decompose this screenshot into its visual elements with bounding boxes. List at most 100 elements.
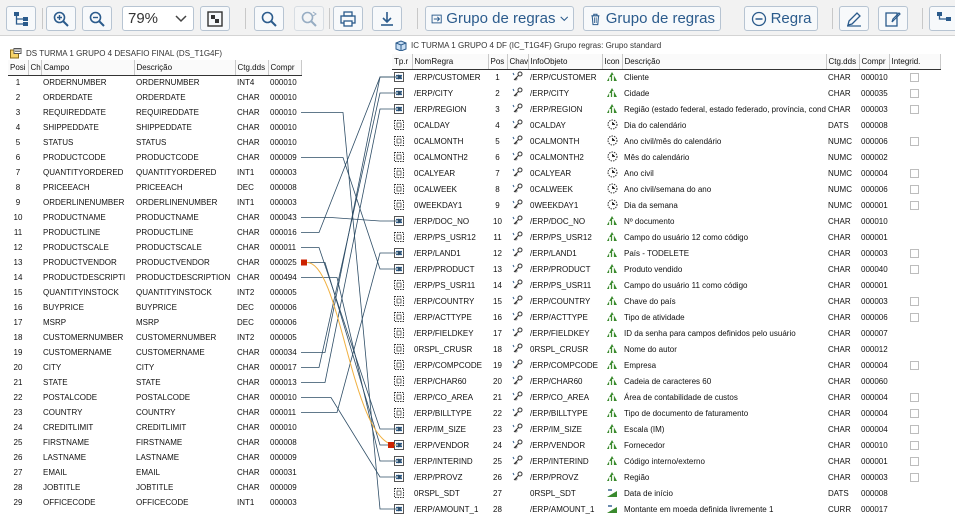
table-row[interactable]: 9 ORDERLINENUMBER ORDERLINENUMBER INT1 00000…	[8, 195, 301, 210]
rule-type-cell[interactable]	[392, 133, 412, 149]
rule-type-cell[interactable]	[392, 117, 412, 133]
rule-type-cell[interactable]	[392, 165, 412, 181]
rule-type-cell[interactable]	[392, 229, 412, 245]
table-row[interactable]: 20 CITY CITY CHAR 000017	[8, 360, 301, 375]
rule-type-cell[interactable]	[392, 261, 412, 277]
table-row[interactable]: 0CALWEEK 8 0CALWEEK Ano civil/semana do ano…	[392, 181, 940, 197]
integrity-checkbox[interactable]	[910, 88, 919, 98]
rule-type-cell[interactable]	[392, 277, 412, 293]
rule-type-cell[interactable]	[392, 181, 412, 197]
download-button[interactable]	[372, 6, 402, 31]
zoom-out-button[interactable]	[82, 6, 112, 31]
col-header-key[interactable]: Ch	[28, 60, 42, 76]
table-row[interactable]: /ERP/PS_USR11 14/ERP/PS_USR11 Campo do usu…	[392, 277, 940, 293]
integrity-checkbox[interactable]	[910, 136, 919, 146]
mapping-line[interactable]	[301, 277, 402, 462]
integrity-checkbox[interactable]	[910, 424, 919, 434]
rule-type-cell[interactable]	[392, 341, 412, 357]
table-row[interactable]: /ERP/CO_AREA 21/ERP/CO_AREA Área de contab…	[392, 389, 940, 405]
table-row[interactable]: 0CALMONTH2 6 0CALMONTH2 Mês do calendário NU…	[392, 149, 940, 165]
integrity-checkbox[interactable]	[910, 264, 919, 274]
rule-type-cell[interactable]	[392, 245, 412, 261]
table-row[interactable]: /ERP/IM_SIZE 23/ERP/IM_SIZE Escala (IM) CHA…	[392, 421, 940, 437]
rule-type-cell[interactable]	[392, 197, 412, 213]
table-row[interactable]: 17 MSRP MSRP DEC 000006	[8, 315, 301, 330]
table-row[interactable]: 11 PRODUCTLINE PRODUCTLINE CHAR 000016	[8, 225, 301, 240]
col-header-field[interactable]: Campo	[41, 60, 135, 76]
mapping-line[interactable]	[301, 92, 402, 368]
col-header-position[interactable]: Pos	[488, 54, 508, 70]
table-row[interactable]: /ERP/PS_USR12 11/ERP/PS_USR12 Campo do usu…	[392, 229, 940, 245]
table-row[interactable]: 28 JOBTITLE JOBTITLE CHAR 000009	[8, 480, 301, 495]
table-row[interactable]: 4 SHIPPEDDATE SHIPPEDDATE CHAR 000010	[8, 120, 301, 135]
table-row[interactable]: 14 PRODUCTDESCRIPTI PRODUCTDESCRIPTION CHAR…	[8, 270, 301, 285]
rule-type-cell[interactable]	[392, 405, 412, 421]
table-row[interactable]: /ERP/PRODUCT 13/ERP/PRODUCT Produto vendid…	[392, 261, 940, 277]
col-header-infoobject[interactable]: InfoObjeto	[528, 54, 603, 70]
integrity-checkbox[interactable]	[910, 456, 919, 466]
col-header-datatype[interactable]: Ctg.dds	[826, 54, 860, 70]
table-row[interactable]: /ERP/FIELDKEY 17/ERP/FIELDKEY ID da senha …	[392, 325, 940, 341]
rule-type-cell[interactable]	[392, 485, 412, 501]
rule-type-cell[interactable]	[392, 149, 412, 165]
table-row[interactable]: 2 ORDERDATE ORDERDATE CHAR 000010	[8, 90, 301, 105]
mapping-line[interactable]	[301, 397, 402, 478]
col-header-datatype[interactable]: Ctg.dds	[235, 60, 269, 76]
mapping-line[interactable]	[301, 112, 402, 510]
integrity-checkbox[interactable]	[910, 72, 919, 82]
table-row[interactable]: 29 OFFICECODE OFFICECODE INT1 000003	[8, 495, 301, 510]
table-row[interactable]: 0CALMONTH 5 0CALMONTH Ano civil/mês do cale…	[392, 133, 940, 149]
table-row[interactable]: /ERP/VENDOR 24/ERP/VENDOR Fornecedor CHAR 00…	[392, 437, 940, 453]
zoom-select[interactable]: 79%	[122, 6, 194, 31]
table-row[interactable]: 10 PRODUCTNAME PRODUCTNAME CHAR 000043	[8, 210, 301, 225]
integrity-checkbox[interactable]	[910, 248, 919, 258]
rule-type-cell[interactable]	[392, 357, 412, 373]
more-actions-button[interactable]	[929, 6, 955, 31]
zoom-in-button[interactable]	[46, 6, 76, 31]
col-header-description[interactable]: Descrição	[622, 54, 827, 70]
group-rules-menu-button[interactable]: Grupo de regras	[425, 6, 574, 31]
print-button[interactable]	[333, 6, 363, 31]
table-row[interactable]: /ERP/INTERIND 25/ERP/INTERIND Código inter…	[392, 453, 940, 469]
rule-type-cell[interactable]	[392, 501, 412, 517]
table-row[interactable]: 19 CUSTOMERNAME CUSTOMERNAME CHAR 000034	[8, 345, 301, 360]
col-header-rule-type[interactable]: Tp.r	[392, 54, 413, 70]
fit-view-button[interactable]	[200, 6, 230, 31]
mapping-line[interactable]	[301, 108, 402, 383]
table-row[interactable]: 0RSPL_CRUSR 18 0RSPL_CRUSR Nome do autor CHA…	[392, 341, 940, 357]
rule-type-cell[interactable]	[392, 293, 412, 309]
rule-type-cell[interactable]	[392, 213, 412, 229]
col-header-description[interactable]: Descrição	[134, 60, 236, 76]
mapping-line[interactable]	[301, 76, 402, 233]
table-row[interactable]: 22 POSTALCODE POSTALCODE CHAR 000010	[8, 390, 301, 405]
mapping-line[interactable]	[301, 252, 402, 413]
edit-details-button[interactable]	[878, 6, 908, 31]
table-row[interactable]: /ERP/ACTTYPE 16/ERP/ACTTYPE Tipo de ativid…	[392, 309, 940, 325]
mapping-line[interactable]	[301, 262, 402, 446]
mapping-line[interactable]	[301, 76, 402, 353]
search-next-button[interactable]	[294, 6, 324, 31]
rule-type-cell[interactable]	[392, 85, 412, 101]
selected-source-marker[interactable]	[301, 259, 307, 266]
hierarchy-toggle-button[interactable]	[6, 6, 36, 31]
table-row[interactable]: 25 FIRSTNAME FIRSTNAME CHAR 000008	[8, 435, 301, 450]
table-row[interactable]: /ERP/BILLTYPE 22/ERP/BILLTYPE Tipo de docu…	[392, 405, 940, 421]
table-row[interactable]: /ERP/COMPCODE 19/ERP/COMPCODE Empresa CHAR 0…	[392, 357, 940, 373]
integrity-checkbox[interactable]	[910, 360, 919, 370]
col-header-rule-name[interactable]: NomRegra	[412, 54, 489, 70]
rule-type-cell[interactable]	[392, 101, 412, 117]
table-row[interactable]: 0WEEKDAY1 9 0WEEKDAY1 Dia da semana NUMC 0000…	[392, 197, 940, 213]
edit-rule-button[interactable]	[839, 6, 869, 31]
table-row[interactable]: /ERP/DOC_NO 10/ERP/DOC_NO Nº documento CHAR…	[392, 213, 940, 229]
table-row[interactable]: 6 PRODUCTCODE PRODUCTCODE CHAR 000009	[8, 150, 301, 165]
table-row[interactable]: 21 STATE STATE CHAR 000013	[8, 375, 301, 390]
integrity-checkbox[interactable]	[910, 296, 919, 306]
table-row[interactable]: 12 PRODUCTSCALE PRODUCTSCALE CHAR 000011	[8, 240, 301, 255]
table-row[interactable]: /ERP/CHAR60 20/ERP/CHAR60 Cadeia de caract…	[392, 373, 940, 389]
rule-type-cell[interactable]	[392, 373, 412, 389]
search-button[interactable]	[254, 6, 284, 31]
delete-group-rules-button[interactable]: Grupo de regras	[583, 6, 721, 31]
selected-mapping-line[interactable]	[306, 262, 397, 446]
table-row[interactable]: /ERP/LAND1 12/ERP/LAND1 País - TODELETE CHA…	[392, 245, 940, 261]
table-row[interactable]: 8 PRICEEACH PRICEEACH DEC 000008	[8, 180, 301, 195]
